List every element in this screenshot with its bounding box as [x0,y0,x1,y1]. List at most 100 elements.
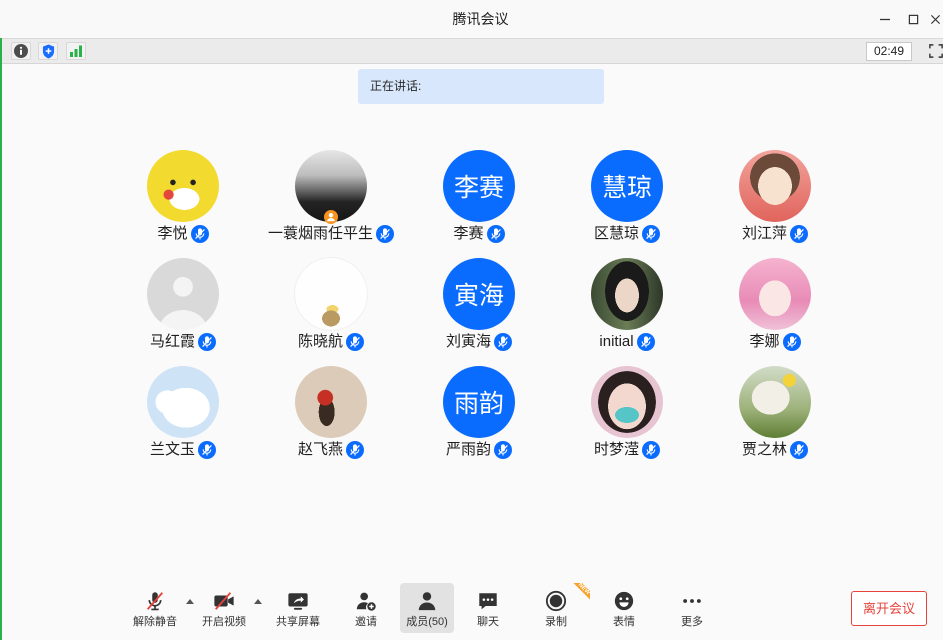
start-video-button[interactable]: 开启视频 [196,583,252,633]
participant-name: 兰文玉 [149,441,195,458]
fullscreen-icon[interactable] [928,43,943,59]
participant-label: initial [553,332,701,352]
start-video-label: 开启视频 [202,616,246,628]
mic-muted-icon [346,441,364,459]
participant-name: 区慧琼 [593,225,639,242]
mic-muted-icon [190,225,209,243]
mic-muted-icon [636,333,655,351]
host-badge-icon [324,210,338,224]
participant-tile[interactable]: 贾之林 [701,366,849,466]
record-label: 录制 [545,616,567,628]
participant-tile[interactable]: 刘江萍 [701,150,849,250]
unmute-button[interactable]: 解除静音 [127,583,183,633]
participant-label: 赵飞燕 [257,440,405,460]
speaking-indicator: 正在讲话: [358,69,604,104]
chat-button[interactable]: 聊天 [460,583,516,633]
participant-label: 时梦滢 [553,440,701,460]
record-icon [545,590,567,612]
record-button[interactable]: 录制 [528,583,584,633]
participant-tile[interactable]: 李娜 [701,258,849,358]
participant-label: 马红霞 [109,332,257,352]
status-bar: 02:49 [0,38,943,64]
participant-label: 李悦 [109,224,257,244]
speaking-label: 正在讲话: [370,79,422,93]
participant-tile[interactable]: 马红霞 [109,258,257,358]
participant-label: 区慧琼 [553,224,701,244]
participant-tile[interactable]: 慧琼区慧琼 [553,150,701,250]
participant-tile[interactable]: 一蓑烟雨任平生 [257,150,405,250]
avatar-initials: 雨韵 [453,390,504,418]
participant-avatar [591,366,663,438]
invite-label: 邀请 [355,616,377,628]
participant-tile[interactable]: 李赛 李赛 [405,150,553,250]
info-icon[interactable] [11,42,31,60]
participant-label: 严雨韵 [405,440,553,460]
mic-muted-icon [376,225,394,243]
mic-muted-icon [790,225,808,243]
video-off-icon [213,590,235,612]
minimize-icon[interactable] [877,11,893,27]
chat-label: 聊天 [477,616,499,628]
invite-button[interactable]: 邀请 [338,583,394,633]
participant-name: 李娜 [749,333,780,350]
mic-muted-icon [790,441,808,459]
share-screen-button[interactable]: 共享屏幕 [270,583,326,633]
leave-meeting-button[interactable]: 离开会议 [851,591,927,626]
more-button[interactable]: 更多 [664,583,720,633]
emoji-button[interactable]: 表情 [596,583,652,633]
avatar-initials: 慧琼 [601,174,652,202]
participant-avatar: 慧琼 [591,150,663,222]
mic-muted-icon [144,590,166,612]
maximize-icon[interactable] [905,11,921,27]
meeting-toolbar: 解除静音 开启视频 共享屏幕 邀请 成员(50) 聊天 录制 NEW 表情 更多… [0,583,943,640]
participant-name: 时梦滢 [593,441,639,458]
participant-tile[interactable]: initial [553,258,701,358]
audio-options-caret[interactable] [186,599,194,604]
participant-tile[interactable]: 李悦 [109,150,257,250]
participant-tile[interactable]: 陈晓航 [257,258,405,358]
mic-muted-icon [198,441,216,459]
video-options-caret[interactable] [254,599,262,604]
mic-muted-icon [642,441,660,459]
mic-muted-icon [494,333,512,351]
title-bar: 腾讯会议 [0,0,943,38]
members-label: 成员(50) [406,616,448,628]
meeting-timer: 02:49 [866,42,912,61]
avatar-initials: 李赛 [453,174,504,202]
participant-name: initial [599,333,634,350]
participant-name: 赵飞燕 [297,441,343,458]
participant-avatar [739,366,811,438]
participant-tile[interactable]: 兰文玉 [109,366,257,466]
participant-name: 李悦 [157,225,188,242]
emoji-label: 表情 [613,616,635,628]
participant-avatar [147,366,219,438]
members-button[interactable]: 成员(50) [400,583,454,633]
participant-avatar: 李赛 [443,150,515,222]
mic-muted-icon [198,333,216,351]
participant-avatar [295,366,367,438]
participant-avatar [591,258,663,330]
participant-name: 刘江萍 [741,225,787,242]
participant-tile[interactable]: 寅海 刘寅海 [405,258,553,358]
participant-avatar [739,150,811,222]
participant-avatar [739,258,811,330]
chat-icon [477,590,499,612]
more-icon [681,590,703,612]
unmute-label: 解除静音 [133,616,177,628]
invite-user-icon [355,590,377,612]
close-icon[interactable] [927,11,943,27]
participant-tile[interactable]: 雨韵 严雨韵 [405,366,553,466]
participant-label: 刘寅海 [405,332,553,352]
network-signal-icon[interactable] [66,42,86,60]
participant-name: 陈晓航 [297,333,343,350]
participant-tile[interactable]: 时梦滢 [553,366,701,466]
participant-label: 贾之林 [701,440,849,460]
participant-label: 李娜 [701,332,849,352]
security-shield-icon[interactable] [38,42,58,60]
avatar-initials: 寅海 [453,282,504,310]
participant-name: 贾之林 [741,441,787,458]
participant-tile[interactable]: 赵飞燕 [257,366,405,466]
window-title: 腾讯会议 [452,11,509,27]
participant-label: 兰文玉 [109,440,257,460]
participant-grid: 李悦 一蓑烟雨任平生 李赛 李赛 慧琼 区慧琼 刘江萍 马红霞 陈晓航 寅海 刘寅海 initial 李… [0,150,943,466]
